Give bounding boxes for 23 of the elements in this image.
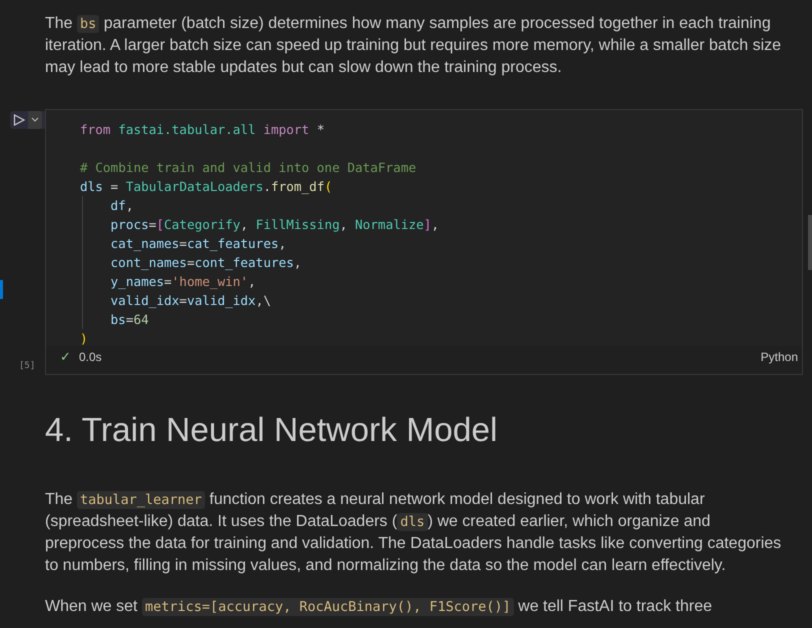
code-line: dls = TabularDataLoaders.from_df(	[80, 178, 334, 196]
focus-indicator	[0, 280, 3, 299]
check-icon: ✓	[60, 349, 71, 364]
code-line: cat_names=cat_features,	[110, 234, 288, 253]
code-line: valid_idx=valid_idx,\	[110, 292, 272, 310]
code-line: df,	[110, 196, 134, 215]
paragraph: The tabular_learner function creates a neural network model designed to work with tabular (spreadsheet-like) data. It uses the DataLoaders ( dls ) we created earlier, which organize and preprocess the data for training and validation. The DataLoaders handle tasks like converting categories to numbers, filling in missing values, and normalizing the data so the model can learn effectively.	[45, 490, 782, 576]
code-line: )	[80, 330, 89, 348]
run-button[interactable]	[10, 110, 46, 129]
code-line: procs=[Categorify, FillMissing, Normalize],	[110, 216, 440, 234]
code-line: cont_names=cont_features,	[110, 254, 303, 272]
section-heading: 4. Train Neural Network Model	[45, 410, 498, 451]
paragraph: The bs parameter (batch size) determines how many samples are processed together in each training iteration. A larger batch size can speed up training but requires more memory, while a smaller batch size may lead to more stable updates but can slow down the training process.	[45, 14, 782, 78]
code-line: from fastai.tabular.all import *	[80, 120, 326, 139]
chevron-down-icon[interactable]	[28, 110, 42, 129]
paragraph: When we set metrics=[accuracy, RocAucBinary(), F1Score()] we tell FastAI to track three	[45, 597, 713, 618]
execution-time: 0.0s	[79, 350, 102, 364]
code-line: # Combine train and valid into one DataFrame	[80, 158, 418, 177]
code-line: bs=64	[110, 310, 150, 329]
language-label[interactable]: Python	[760, 350, 798, 364]
scrollbar-thumb[interactable]	[808, 215, 812, 270]
code-line: y_names='home_win',	[110, 272, 257, 291]
execution-count: [5]	[18, 360, 36, 371]
